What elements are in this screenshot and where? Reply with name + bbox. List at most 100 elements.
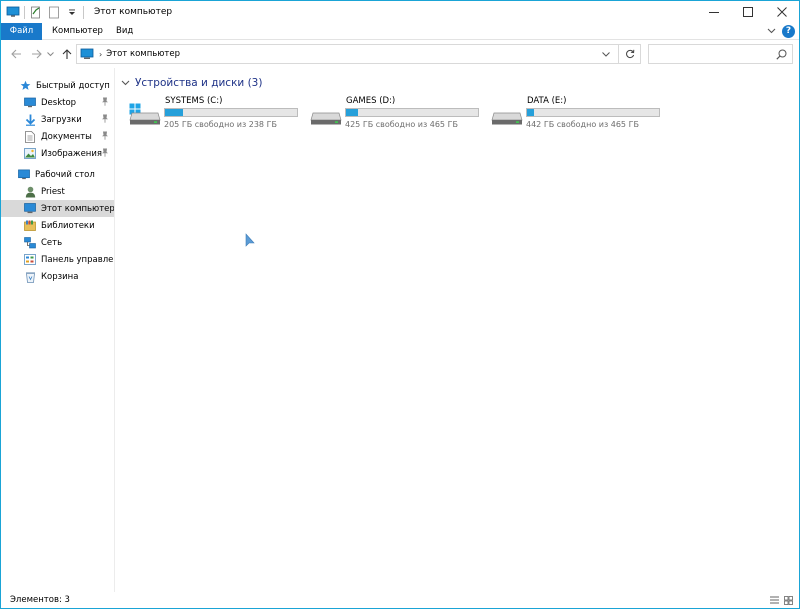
help-button[interactable]: ? [782,24,795,38]
up-button[interactable] [59,46,75,62]
tab-computer[interactable]: Компьютер [45,23,110,40]
window-controls [697,1,799,23]
mouse-cursor-icon [245,233,255,247]
sidebar-item-recycle-bin[interactable]: Корзина [1,268,114,285]
drive-name: SYSTEMS (C:) [165,96,223,106]
explorer-window: Этот компьютер Файл Компьютер Вид ? › Эт… [0,0,800,609]
item-count: Элементов: 3 [10,595,70,605]
file-view: Устройства и диски (3) SYSTEMS (C:) 205 … [116,68,799,592]
drive-name: GAMES (D:) [346,96,396,106]
pin-icon [101,97,110,107]
refresh-button[interactable] [618,45,640,63]
minimize-button[interactable] [697,1,731,23]
view-switcher [765,595,793,605]
breadcrumb[interactable]: Этот компьютер [106,49,180,59]
pin-icon [101,131,110,141]
sidebar-item-desktop[interactable]: Desktop [1,94,114,111]
sidebar-item-downloads[interactable]: Загрузки [1,111,114,128]
group-header[interactable]: Устройства и диски (3) [120,77,262,89]
sidebar-item-libraries[interactable]: Библиотеки [1,217,114,234]
address-history-button[interactable] [600,48,612,60]
sidebar-item-control-panel[interactable]: Панель управлени [1,251,114,268]
this-pc-icon [24,203,36,215]
user-icon [24,186,36,198]
drive-name: DATA (E:) [527,96,567,106]
recent-locations-button[interactable] [45,46,55,62]
star-icon [19,80,31,92]
this-pc-icon[interactable] [6,5,20,19]
drive-usage-bar [164,108,298,117]
sidebar-item-quick-access[interactable]: Быстрый доступ [1,77,114,94]
drive-free-space: 425 ГБ свободно из 465 ГБ [345,120,458,129]
breadcrumb-chevron-icon[interactable]: › [99,50,102,59]
close-icon [777,7,787,17]
pin-icon [101,148,110,158]
arrow-right-icon [31,49,42,59]
drive-item-c[interactable]: SYSTEMS (C:) 205 ГБ свободно из 238 ГБ [129,95,304,131]
drive-usage-bar [526,108,660,117]
close-button[interactable] [765,1,799,23]
sidebar-item-documents[interactable]: Документы [1,128,114,145]
recycle-bin-icon [24,271,36,283]
desktop-icon [24,97,36,109]
sidebar-item-label: Документы [41,131,92,142]
desktop-icon [18,169,30,181]
hard-drive-icon [491,112,523,125]
back-button[interactable] [8,46,24,62]
sidebar-item-label: Загрузки [41,114,82,125]
customize-toolbar-icon[interactable] [65,5,79,19]
drive-item-d[interactable]: GAMES (D:) 425 ГБ свободно из 465 ГБ [310,95,485,131]
this-pc-icon [80,48,94,59]
documents-icon [24,130,36,143]
toolbar-divider [83,5,84,19]
sidebar-item-desktop-root[interactable]: Рабочий стол [1,166,114,183]
address-bar[interactable]: › Этот компьютер [76,44,641,64]
drive-item-e[interactable]: DATA (E:) 442 ГБ свободно из 465 ГБ [491,95,666,131]
large-icons-view-icon [783,595,793,605]
tab-file[interactable]: Файл [1,23,42,40]
sidebar-item-label: Библиотеки [41,220,95,231]
quick-access-toolbar [1,1,88,23]
expand-ribbon-button[interactable] [764,24,778,38]
drive-usage-bar [345,108,479,117]
sidebar-item-label: Сеть [41,237,63,248]
window-title: Этот компьютер [94,7,173,17]
chevron-down-icon [602,51,610,57]
sidebar-item-network[interactable]: Сеть [1,234,114,251]
group-header-label: Устройства и диски (3) [135,77,263,89]
network-icon [24,236,36,249]
forward-button[interactable] [28,46,44,62]
downloads-icon [24,114,36,126]
drive-usage-fill [346,109,358,116]
navigation-bar: › Этот компьютер [1,41,799,67]
drive-free-space: 205 ГБ свободно из 238 ГБ [164,120,277,129]
sidebar-item-user[interactable]: Priest [1,183,114,200]
arrow-up-icon [62,48,72,59]
sidebar-item-label: Быстрый доступ [36,80,110,91]
large-icons-view-button[interactable] [783,595,793,605]
details-view-button[interactable] [769,595,779,605]
maximize-button[interactable] [731,1,765,23]
control-panel-icon [24,254,36,266]
sidebar-item-this-pc[interactable]: Этот компьютер [1,200,114,217]
details-view-icon [769,596,779,604]
status-bar: Элементов: 3 [1,592,799,608]
system-drive-icon [129,103,161,125]
new-folder-icon[interactable] [47,5,61,19]
sidebar-item-label: Priest [41,186,65,197]
ribbon-right-controls: ? [764,24,795,38]
sidebar-item-pictures[interactable]: Изображения [1,145,114,162]
tab-view[interactable]: Вид [109,23,140,40]
properties-icon[interactable] [29,5,43,19]
search-icon [776,49,787,60]
drive-usage-fill [527,109,534,116]
chevron-down-icon[interactable] [120,78,130,88]
toolbar-divider [24,5,25,19]
drive-free-space: 442 ГБ свободно из 465 ГБ [526,120,639,129]
sidebar-item-label: Корзина [41,271,79,282]
sidebar-item-label: Desktop [41,97,77,108]
title-bar: Этот компьютер [1,1,799,23]
pictures-icon [24,148,36,160]
search-input[interactable] [648,44,793,64]
sidebar-item-label: Этот компьютер [41,203,114,214]
